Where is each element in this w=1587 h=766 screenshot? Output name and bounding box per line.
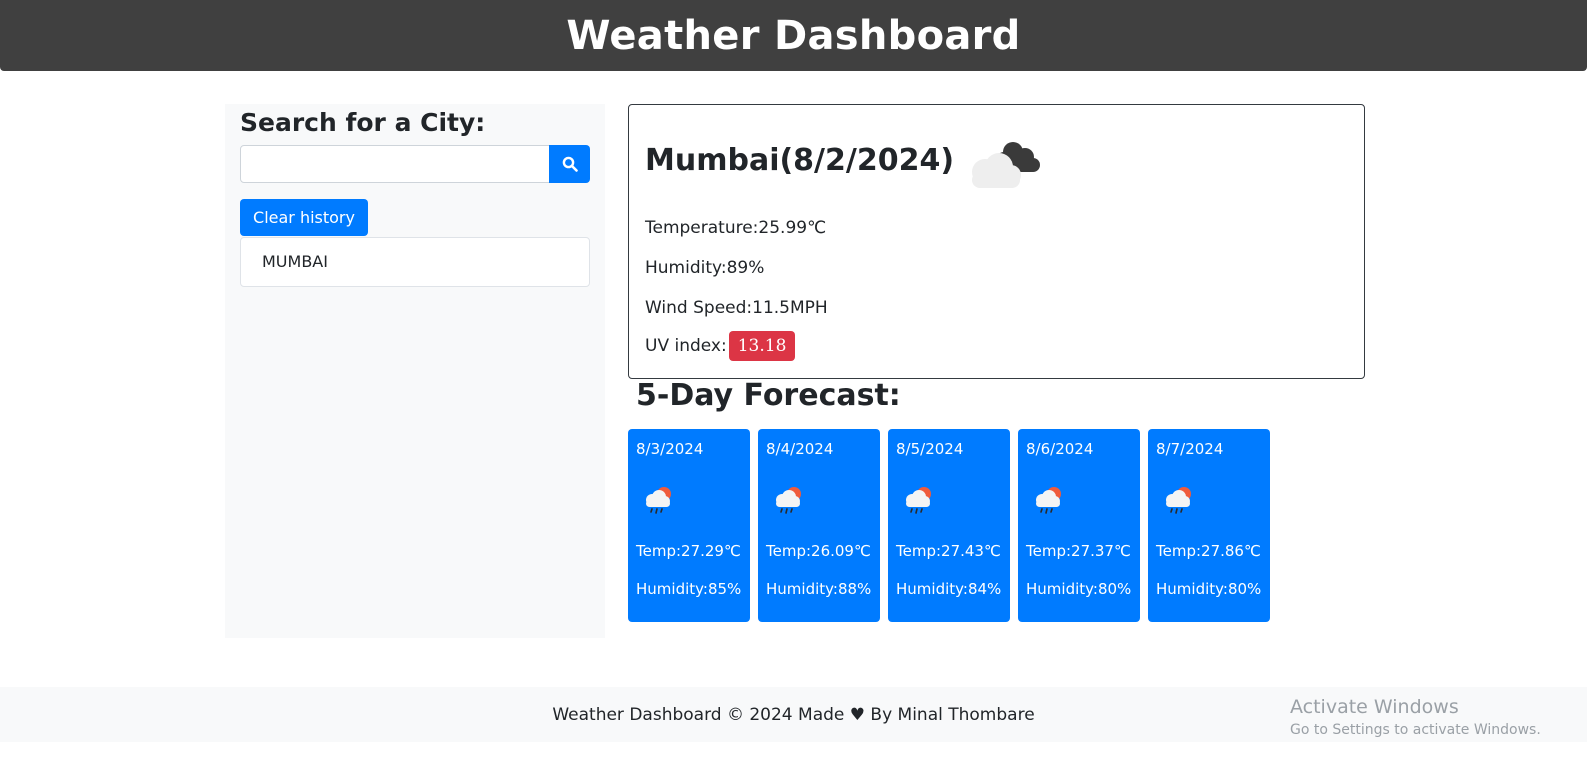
current-wind-speed: Wind Speed:11.5MPH	[645, 298, 828, 318]
search-heading: Search for a City:	[240, 108, 486, 137]
rain-sun-icon	[1036, 487, 1061, 514]
forecast-card: 8/7/2024 Temp:27.86℃ Humidity:80%	[1148, 429, 1270, 622]
forecast-card: 8/6/2024 Temp:27.37℃ Humidity:80%	[1018, 429, 1140, 622]
cloudy-icon	[972, 142, 1040, 188]
forecast-humidity: Humidity:88%	[766, 580, 872, 598]
forecast-date: 8/3/2024	[636, 440, 704, 458]
windows-activation-watermark: Activate Windows Go to Settings to activ…	[1290, 696, 1541, 738]
forecast-temp: Temp:27.43℃	[896, 542, 1001, 560]
forecast-card: 8/5/2024 Temp:27.43℃ Humidity:84%	[888, 429, 1010, 622]
forecast-row: 8/3/2024 Temp:27.29℃ Humidity:85% 8/4/20…	[628, 429, 1270, 622]
current-temperature: Temperature:25.99℃	[645, 218, 827, 238]
search-icon	[562, 156, 578, 172]
forecast-humidity: Humidity:85%	[636, 580, 742, 598]
watermark-title: Activate Windows	[1290, 696, 1459, 718]
current-weather-card: Mumbai(8/2/2024) Temperature:25.99℃ Humi…	[628, 104, 1365, 379]
current-humidity: Humidity:89%	[645, 258, 765, 278]
uv-label: UV index:	[645, 336, 727, 356]
footer-text: Weather Dashboard © 2024 Made ♥ By Minal…	[552, 704, 1035, 725]
forecast-temp: Temp:26.09℃	[766, 542, 871, 560]
page-header: Weather Dashboard	[0, 0, 1587, 71]
rain-sun-icon	[906, 487, 931, 514]
current-city-title: Mumbai(8/2/2024)	[645, 143, 955, 178]
forecast-heading: 5-Day Forecast:	[636, 378, 901, 413]
search-history-list: MUMBAI	[240, 237, 590, 287]
search-button[interactable]	[549, 145, 590, 183]
uv-badge: 13.18	[728, 331, 796, 361]
rain-sun-icon	[776, 487, 801, 514]
forecast-date: 8/4/2024	[766, 440, 834, 458]
forecast-card: 8/3/2024 Temp:27.29℃ Humidity:85%	[628, 429, 750, 622]
forecast-humidity: Humidity:80%	[1156, 580, 1262, 598]
forecast-temp: Temp:27.29℃	[636, 542, 741, 560]
clear-history-button[interactable]: Clear history	[240, 199, 368, 236]
rain-sun-icon	[646, 487, 671, 514]
search-sidebar: Search for a City: Clear history MUMBAI	[225, 104, 605, 638]
forecast-humidity: Humidity:84%	[896, 580, 1002, 598]
forecast-temp: Temp:27.37℃	[1026, 542, 1131, 560]
rain-sun-icon	[1166, 487, 1191, 514]
forecast-temp: Temp:27.86℃	[1156, 542, 1261, 560]
current-uv-index: UV index: 13.18	[645, 331, 796, 361]
forecast-date: 8/5/2024	[896, 440, 964, 458]
city-search-input[interactable]	[240, 145, 550, 183]
page-title: Weather Dashboard	[566, 12, 1021, 59]
history-item[interactable]: MUMBAI	[241, 238, 589, 286]
forecast-card: 8/4/2024 Temp:26.09℃ Humidity:88%	[758, 429, 880, 622]
forecast-date: 8/7/2024	[1156, 440, 1224, 458]
forecast-humidity: Humidity:80%	[1026, 580, 1132, 598]
forecast-date: 8/6/2024	[1026, 440, 1094, 458]
watermark-subtitle: Go to Settings to activate Windows.	[1290, 722, 1541, 738]
